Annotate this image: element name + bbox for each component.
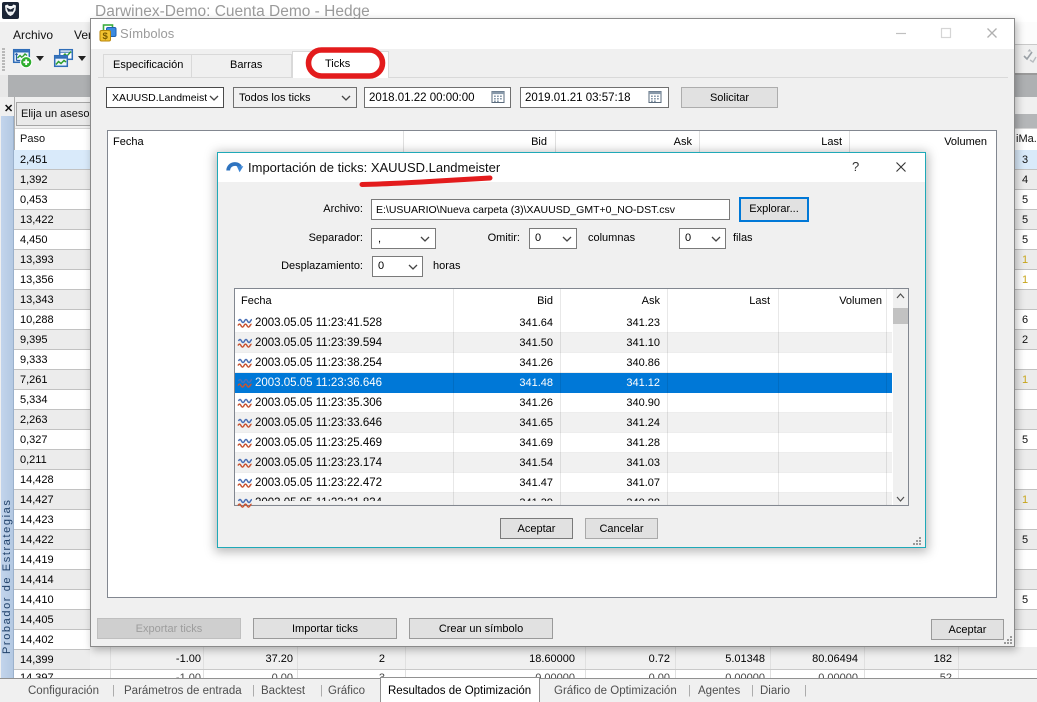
svg-text:$: $	[103, 31, 109, 42]
